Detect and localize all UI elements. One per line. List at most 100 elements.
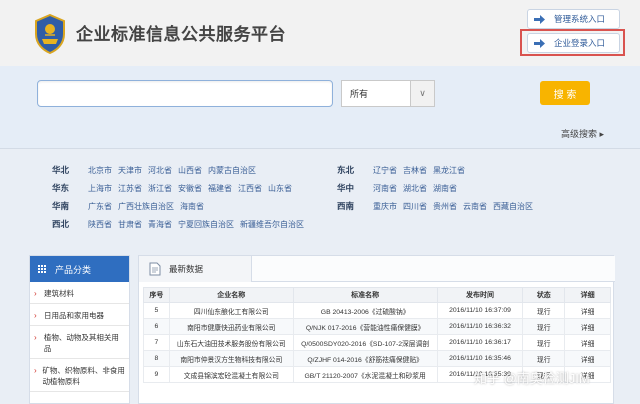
region-link[interactable]: 安徽省 [178,183,202,194]
table-cell: 现行 [522,302,566,319]
table-row: 8 南阳市仲景汉方生物科技有限公司 Q/ZJHF 014-2016《舒筋祛痛保健贴》… [143,350,611,367]
sidebar-title: 产品分类 [55,264,92,275]
region-link[interactable]: 湖南省 [433,183,457,194]
region-name: 西北 [52,219,70,229]
sidebar-item-label: 日用品和家用电器 [44,311,104,320]
table-cell: 2016/11/10 16:37:09 [436,302,524,319]
region-name: 华中 [337,183,355,193]
emblem-logo-icon [35,14,65,54]
region-link[interactable]: 黑龙江省 [433,165,465,176]
chevron-down-icon[interactable]: ∨ [410,81,434,106]
region-row: 华南 广东省 广西壮族自治区 海南省 [52,199,204,213]
table-cell: Q/NJK 017-2016《营能油性痛保健膜》 [292,318,438,335]
region-link[interactable]: 福建省 [208,183,232,194]
region-link[interactable]: 河北省 [148,165,172,176]
region-row: 西南 重庆市 四川省 贵州省 云南省 西藏自治区 [337,199,533,213]
table-cell: 7 [143,334,170,351]
sidebar-item-building-materials[interactable]: › 建筑材料 [30,282,129,304]
admin-system-label: 管理系统入口 [554,14,606,24]
region-row: 华北 北京市 天津市 河北省 山西省 内蒙古自治区 [52,163,256,177]
tab-latest-data[interactable]: 最新数据 [139,256,252,282]
region-link[interactable]: 浙江省 [148,183,172,194]
region-link[interactable]: 四川省 [403,201,427,212]
region-name: 西南 [337,201,355,211]
sidebar-item-household[interactable]: › 日用品和家用电器 [30,304,129,326]
table-cell: GB 20413-2006《过硫酸钠》 [292,302,438,319]
sidebar-item-minerals[interactable]: › 矿物、织物原料、非食用动植物原料 [30,359,129,392]
detail-link[interactable]: 详细 [564,302,611,319]
table-cell: 现行 [522,334,566,351]
category-select[interactable]: 所有 ∨ [341,80,435,107]
chevron-right-icon: › [34,366,37,375]
sidebar-item-label: 建筑材料 [44,289,74,298]
table-row: 6 南阳市健康快迅药业有限公司 Q/NJK 017-2016《营能油性痛保健膜》 20… [143,318,611,335]
content-tab-bar: 最新数据 [139,256,615,282]
region-items: 河南省 湖北省 湖南省 [373,183,457,194]
table-cell: 现行 [522,350,566,367]
region-link[interactable]: 江西省 [238,183,262,194]
region-row: 华中 河南省 湖北省 湖南省 [337,181,457,195]
region-link[interactable]: 辽宁省 [373,165,397,176]
region-link[interactable]: 湖北省 [403,183,427,194]
search-input[interactable] [37,80,333,107]
region-row: 东北 辽宁省 吉林省 黑龙江省 [337,163,465,177]
region-link[interactable]: 重庆市 [373,201,397,212]
column-header: 发布时间 [436,287,524,303]
region-name: 华东 [52,183,70,193]
grid-icon [38,264,47,274]
region-name: 东北 [337,165,355,175]
detail-link[interactable]: 详细 [564,350,611,367]
table-cell: 南阳市仲景汉方生物科技有限公司 [168,350,294,367]
table-cell: 山东石大油田技术服务股份有限公司 [168,334,294,351]
sidebar-item-plants-animals[interactable]: › 植物、动物及其相关用品 [30,326,129,359]
detail-link[interactable]: 详细 [564,334,611,351]
region-link[interactable]: 山西省 [178,165,202,176]
region-link[interactable]: 贵州省 [433,201,457,212]
search-band [0,66,640,148]
region-link[interactable]: 河南省 [373,183,397,194]
region-row: 西北 陕西省 甘肃省 青海省 宁夏回族自治区 新疆维吾尔自治区 [52,217,304,231]
region-link[interactable]: 吉林省 [403,165,427,176]
region-link[interactable]: 上海市 [88,183,112,194]
region-items: 广东省 广西壮族自治区 海南省 [88,201,204,212]
table-cell: 南阳市健康快迅药业有限公司 [168,318,294,335]
document-icon [149,262,161,276]
region-link[interactable]: 青海省 [148,219,172,230]
table-cell: 6 [143,318,170,335]
region-link[interactable]: 江苏省 [118,183,142,194]
sidebar-item-label: 植物、动物及其相关用品 [43,333,119,353]
column-header: 状态 [522,287,566,303]
region-link[interactable]: 广东省 [88,201,112,212]
region-link[interactable]: 北京市 [88,165,112,176]
region-link[interactable]: 山东省 [268,183,292,194]
region-link[interactable]: 甘肃省 [118,219,142,230]
region-link[interactable]: 新疆维吾尔自治区 [240,219,304,230]
table-cell: 四川仙东酿化工有限公司 [168,302,294,319]
header: 企业标准信息公共服务平台 管理系统入口 企业登录入口 [0,0,640,66]
watermark: 知乎 @南奥检测JIM [474,371,590,386]
region-link[interactable]: 内蒙古自治区 [208,165,256,176]
region-link[interactable]: 天津市 [118,165,142,176]
region-link[interactable]: 西藏自治区 [493,201,533,212]
table-cell: 5 [143,302,170,319]
detail-link[interactable]: 详细 [564,318,611,335]
region-link[interactable]: 广西壮族自治区 [118,201,174,212]
column-header: 标准名称 [292,287,438,303]
admin-system-link[interactable]: 管理系统入口 [527,9,620,29]
region-link[interactable]: 陕西省 [88,219,112,230]
region-link[interactable]: 海南省 [180,201,204,212]
table-cell: Q/ZJHF 014-2016《舒筋祛痛保健贴》 [292,350,438,367]
chevron-right-icon: › [34,289,37,298]
region-link[interactable]: 宁夏回族自治区 [178,219,234,230]
column-header: 企业名称 [168,287,294,303]
chevron-right-icon: › [34,333,37,342]
region-name: 华南 [52,201,70,211]
table-cell: Q/0500SDY020-2016《SD-107-2深层调剖 [292,334,438,351]
search-button[interactable]: 搜 索 [540,81,590,105]
category-select-value: 所有 [350,89,369,99]
product-category-sidebar: 产品分类 › 建筑材料 › 日用品和家用电器 › 植物、动物及其相关用品 › 矿… [29,255,130,404]
region-link[interactable]: 云南省 [463,201,487,212]
region-items: 北京市 天津市 河北省 山西省 内蒙古自治区 [88,165,256,176]
table-row: 7 山东石大油田技术服务股份有限公司 Q/0500SDY020-2016《SD-10… [143,334,611,351]
advanced-search-link[interactable]: 高级搜索 ▸ [561,127,604,140]
